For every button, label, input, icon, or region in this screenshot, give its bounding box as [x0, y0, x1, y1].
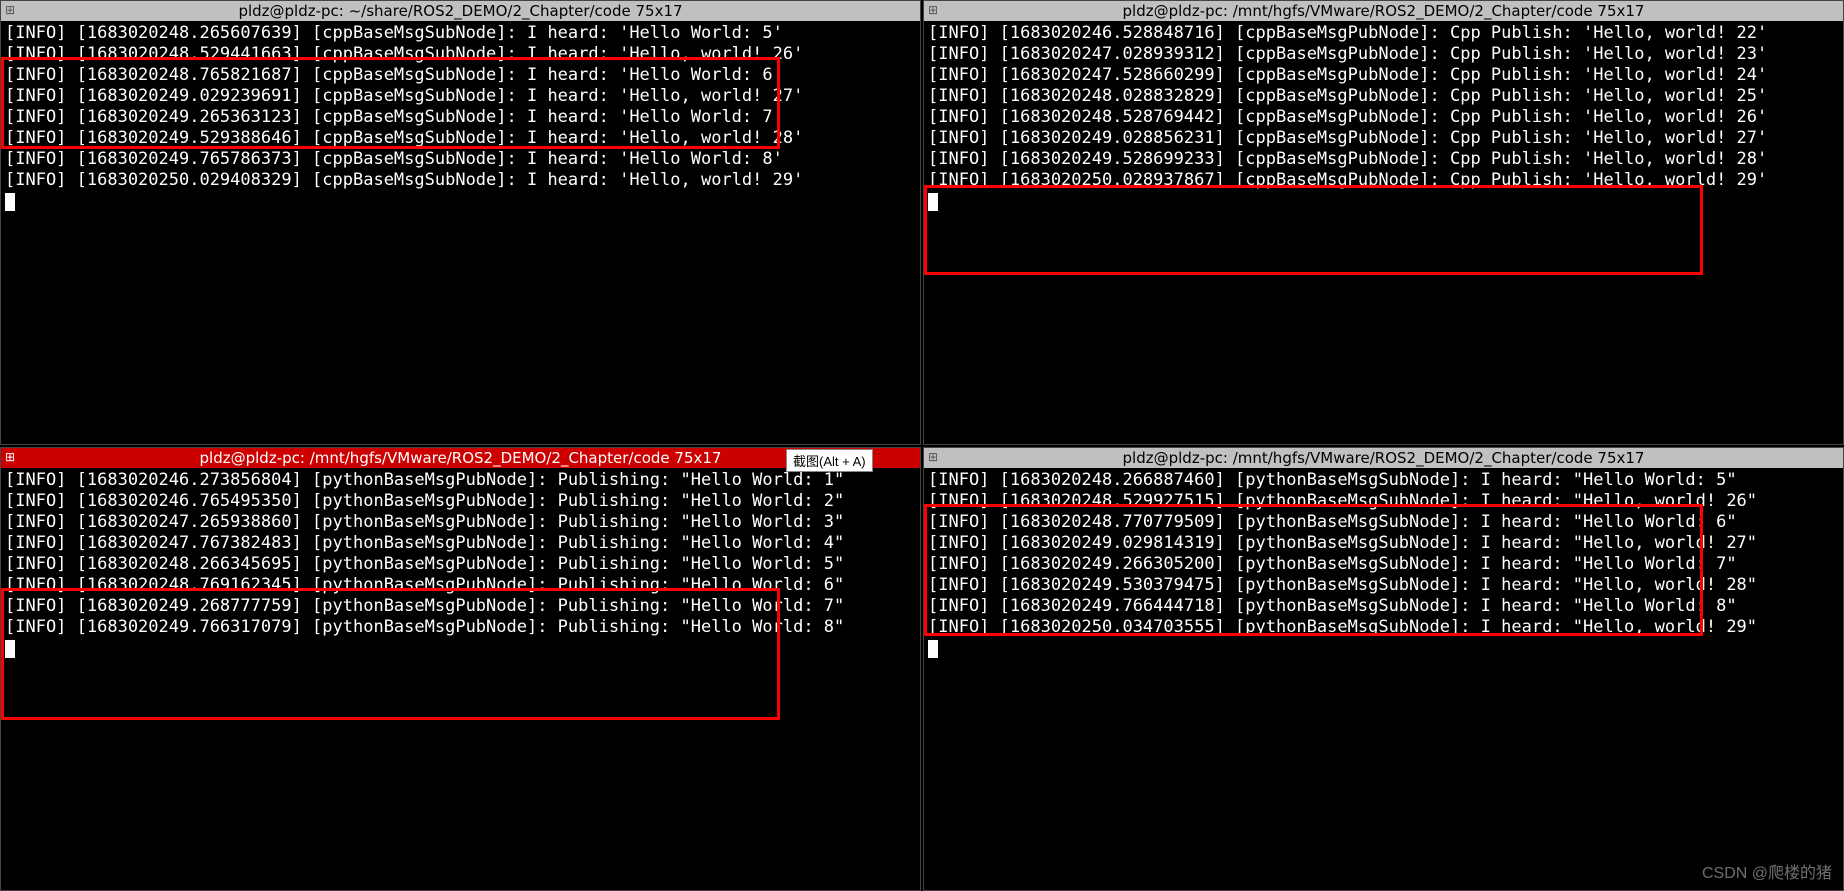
terminal-pane-bottom-left[interactable]: ⊞ pldz@pldz-pc: /mnt/hgfs/VMware/ROS2_DE… [0, 447, 921, 891]
log-line: [INFO] [1683020247.528660299] [cppBaseMs… [928, 65, 1839, 86]
log-line: [INFO] [1683020247.767382483] [pythonBas… [5, 533, 916, 554]
log-line: [INFO] [1683020248.529927515] [pythonBas… [928, 491, 1839, 512]
window-icon: ⊞ [5, 450, 19, 464]
window-title: pldz@pldz-pc: /mnt/hgfs/VMware/ROS2_DEMO… [1123, 1, 1645, 21]
log-line: [INFO] [1683020249.766444718] [pythonBas… [928, 596, 1839, 617]
log-line: [INFO] [1683020250.034703555] [pythonBas… [928, 617, 1839, 638]
terminal-output-bottom-right[interactable]: [INFO] [1683020248.266887460] [pythonBas… [924, 468, 1843, 891]
terminal-pane-top-right[interactable]: ⊞ pldz@pldz-pc: /mnt/hgfs/VMware/ROS2_DE… [923, 0, 1844, 445]
window-title: pldz@pldz-pc: /mnt/hgfs/VMware/ROS2_DEMO… [200, 448, 722, 468]
log-line: [INFO] [1683020248.529441663] [cppBaseMs… [5, 44, 916, 65]
log-line: [INFO] [1683020250.029408329] [cppBaseMs… [5, 170, 916, 191]
titlebar-bottom-left[interactable]: ⊞ pldz@pldz-pc: /mnt/hgfs/VMware/ROS2_DE… [1, 448, 920, 468]
window-icon: ⊞ [928, 3, 942, 17]
log-line: [INFO] [1683020248.266345695] [pythonBas… [5, 554, 916, 575]
log-line: [INFO] [1683020249.266305200] [pythonBas… [928, 554, 1839, 575]
log-line: [INFO] [1683020249.528699233] [cppBaseMs… [928, 149, 1839, 170]
log-line: [INFO] [1683020249.766317079] [pythonBas… [5, 617, 916, 638]
log-line: [INFO] [1683020249.529388646] [cppBaseMs… [5, 128, 916, 149]
log-line: [INFO] [1683020248.266887460] [pythonBas… [928, 470, 1839, 491]
log-line: [INFO] [1683020247.028939312] [cppBaseMs… [928, 44, 1839, 65]
cursor [928, 193, 938, 211]
log-line: [INFO] [1683020247.265938860] [pythonBas… [5, 512, 916, 533]
log-line: [INFO] [1683020249.029814319] [pythonBas… [928, 533, 1839, 554]
log-line: [INFO] [1683020248.265607639] [cppBaseMs… [5, 23, 916, 44]
titlebar-top-right[interactable]: ⊞ pldz@pldz-pc: /mnt/hgfs/VMware/ROS2_DE… [924, 1, 1843, 21]
cursor [5, 640, 15, 658]
log-line: [INFO] [1683020248.528769442] [cppBaseMs… [928, 107, 1839, 128]
cursor [5, 193, 15, 211]
screenshot-tooltip: 截图(Alt + A) [786, 449, 873, 472]
window-title: pldz@pldz-pc: /mnt/hgfs/VMware/ROS2_DEMO… [1123, 448, 1645, 468]
titlebar-top-left[interactable]: ⊞ pldz@pldz-pc: ~/share/ROS2_DEMO/2_Chap… [1, 1, 920, 21]
log-line: [INFO] [1683020249.265363123] [cppBaseMs… [5, 107, 916, 128]
terminal-grid: ⊞ pldz@pldz-pc: ~/share/ROS2_DEMO/2_Chap… [0, 0, 1844, 891]
terminal-output-top-right[interactable]: [INFO] [1683020246.528848716] [cppBaseMs… [924, 21, 1843, 444]
log-line: [INFO] [1683020246.273856804] [pythonBas… [5, 470, 916, 491]
terminal-pane-bottom-right[interactable]: ⊞ pldz@pldz-pc: /mnt/hgfs/VMware/ROS2_DE… [923, 447, 1844, 891]
log-line: [INFO] [1683020249.268777759] [pythonBas… [5, 596, 916, 617]
log-line: [INFO] [1683020248.769162345] [pythonBas… [5, 575, 916, 596]
cursor [928, 640, 938, 658]
terminal-output-bottom-left[interactable]: [INFO] [1683020246.273856804] [pythonBas… [1, 468, 920, 891]
log-line: [INFO] [1683020249.530379475] [pythonBas… [928, 575, 1839, 596]
terminal-pane-top-left[interactable]: ⊞ pldz@pldz-pc: ~/share/ROS2_DEMO/2_Chap… [0, 0, 921, 445]
log-line: [INFO] [1683020248.028832829] [cppBaseMs… [928, 86, 1839, 107]
window-icon: ⊞ [928, 450, 942, 464]
log-line: [INFO] [1683020249.029239691] [cppBaseMs… [5, 86, 916, 107]
log-line: [INFO] [1683020246.765495350] [pythonBas… [5, 491, 916, 512]
log-line: [INFO] [1683020249.028856231] [cppBaseMs… [928, 128, 1839, 149]
log-line: [INFO] [1683020248.765821687] [cppBaseMs… [5, 65, 916, 86]
log-line: [INFO] [1683020249.765786373] [cppBaseMs… [5, 149, 916, 170]
log-line: [INFO] [1683020250.028937867] [cppBaseMs… [928, 170, 1839, 191]
log-line: [INFO] [1683020248.770779509] [pythonBas… [928, 512, 1839, 533]
terminal-output-top-left[interactable]: [INFO] [1683020248.265607639] [cppBaseMs… [1, 21, 920, 444]
titlebar-bottom-right[interactable]: ⊞ pldz@pldz-pc: /mnt/hgfs/VMware/ROS2_DE… [924, 448, 1843, 468]
window-title: pldz@pldz-pc: ~/share/ROS2_DEMO/2_Chapte… [238, 1, 682, 21]
log-line: [INFO] [1683020246.528848716] [cppBaseMs… [928, 23, 1839, 44]
window-icon: ⊞ [5, 3, 19, 17]
